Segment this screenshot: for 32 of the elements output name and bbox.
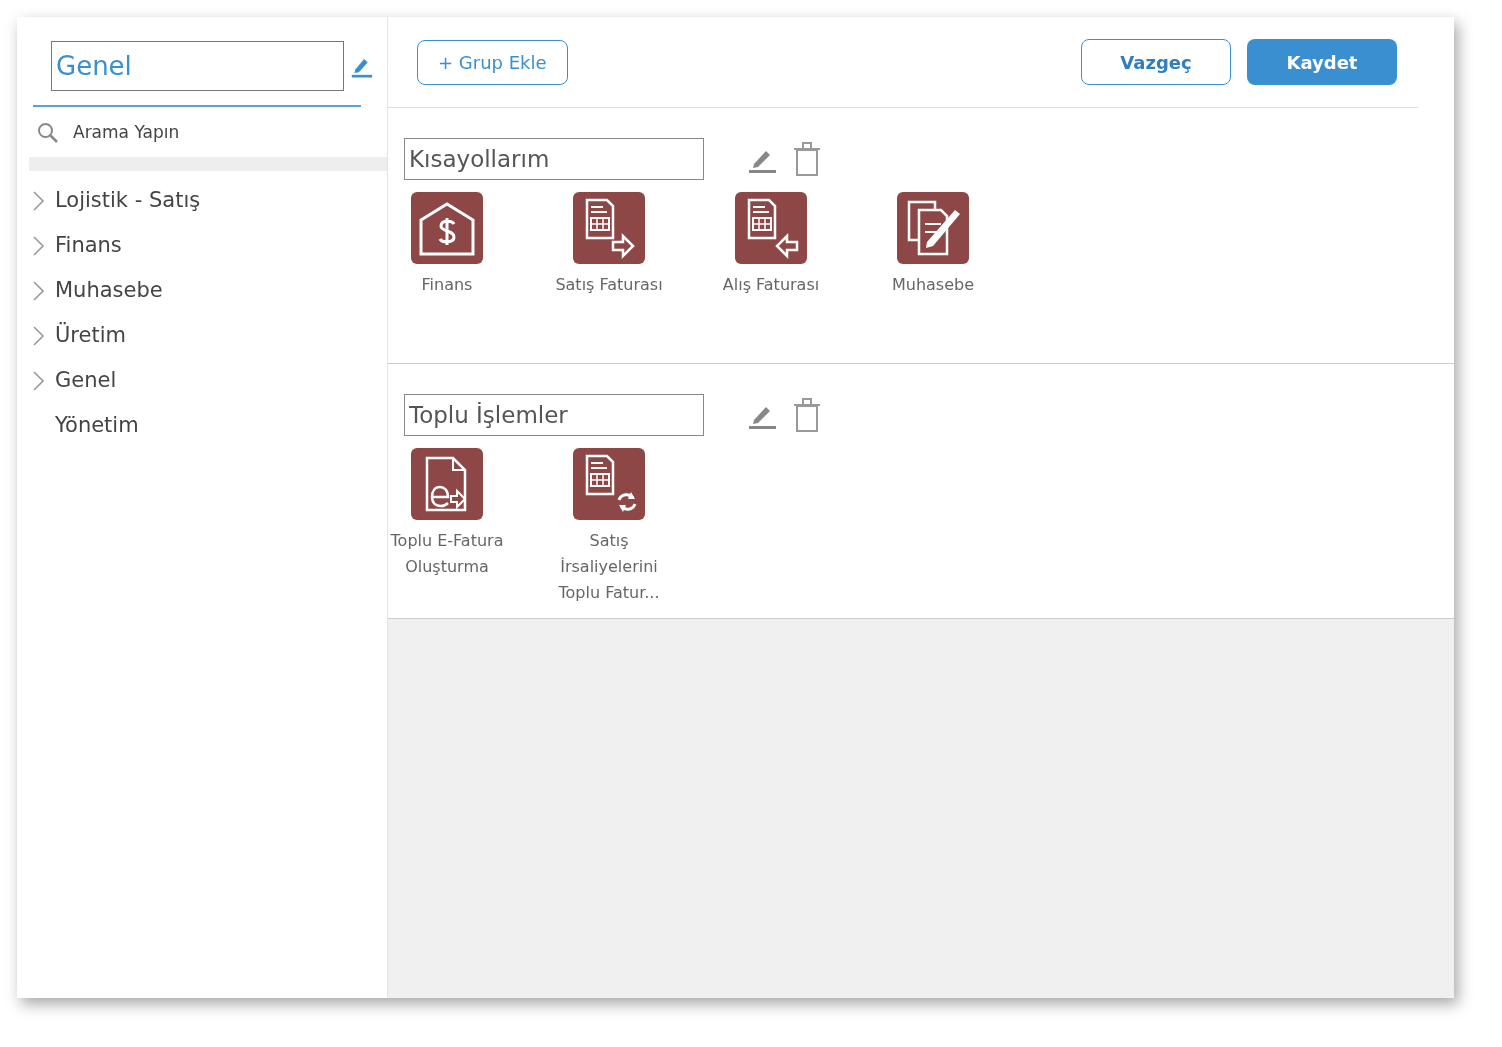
accounting-icon[interactable] — [897, 192, 969, 264]
chevron-icon[interactable] — [31, 370, 47, 392]
chevron-icon[interactable] — [31, 325, 47, 347]
shortcut-label[interactable]: Finans — [386, 272, 508, 298]
search-icon — [37, 121, 59, 144]
finance-icon[interactable] — [411, 192, 483, 264]
tree-item[interactable]: Lojistik - Satış — [55, 185, 201, 217]
tree-item[interactable]: Genel — [55, 365, 117, 397]
chevron-icon[interactable] — [31, 235, 47, 257]
shortcut-label[interactable]: Satış Faturası — [548, 272, 670, 298]
title-field[interactable]: Genel — [51, 41, 344, 91]
shortcut-label[interactable]: Toplu E-Fatura Oluşturma — [386, 528, 508, 580]
sales-invoice-icon[interactable] — [573, 192, 645, 264]
tree-item[interactable]: Finans — [55, 230, 122, 262]
chevron-icon[interactable] — [31, 190, 47, 212]
group-name-field[interactable]: Kısayollarım — [404, 138, 704, 180]
shortcut-label[interactable]: Alış Faturası — [710, 272, 832, 298]
chevron-icon[interactable] — [31, 280, 47, 302]
group-name-field[interactable]: Toplu İşlemler — [404, 394, 704, 436]
trash-icon[interactable] — [794, 398, 820, 432]
shortcut-label[interactable]: Muhasebe — [872, 272, 994, 298]
e-invoice-icon[interactable] — [411, 448, 483, 520]
add-group-button[interactable]: + Grup Ekle — [417, 39, 568, 85]
cancel-button[interactable]: Vazgeç — [1081, 39, 1231, 85]
tree-item[interactable]: Üretim — [55, 320, 126, 352]
bulk-invoice-icon[interactable] — [573, 448, 645, 520]
tree-item[interactable]: Yönetim — [55, 410, 139, 442]
trash-icon[interactable] — [794, 142, 820, 176]
tree-item[interactable]: Muhasebe — [55, 275, 163, 307]
save-button[interactable]: Kaydet — [1247, 39, 1397, 85]
shortcut-label[interactable]: Satış İrsaliyelerini Toplu Fatur... — [548, 528, 670, 606]
purchase-invoice-icon[interactable] — [735, 192, 807, 264]
